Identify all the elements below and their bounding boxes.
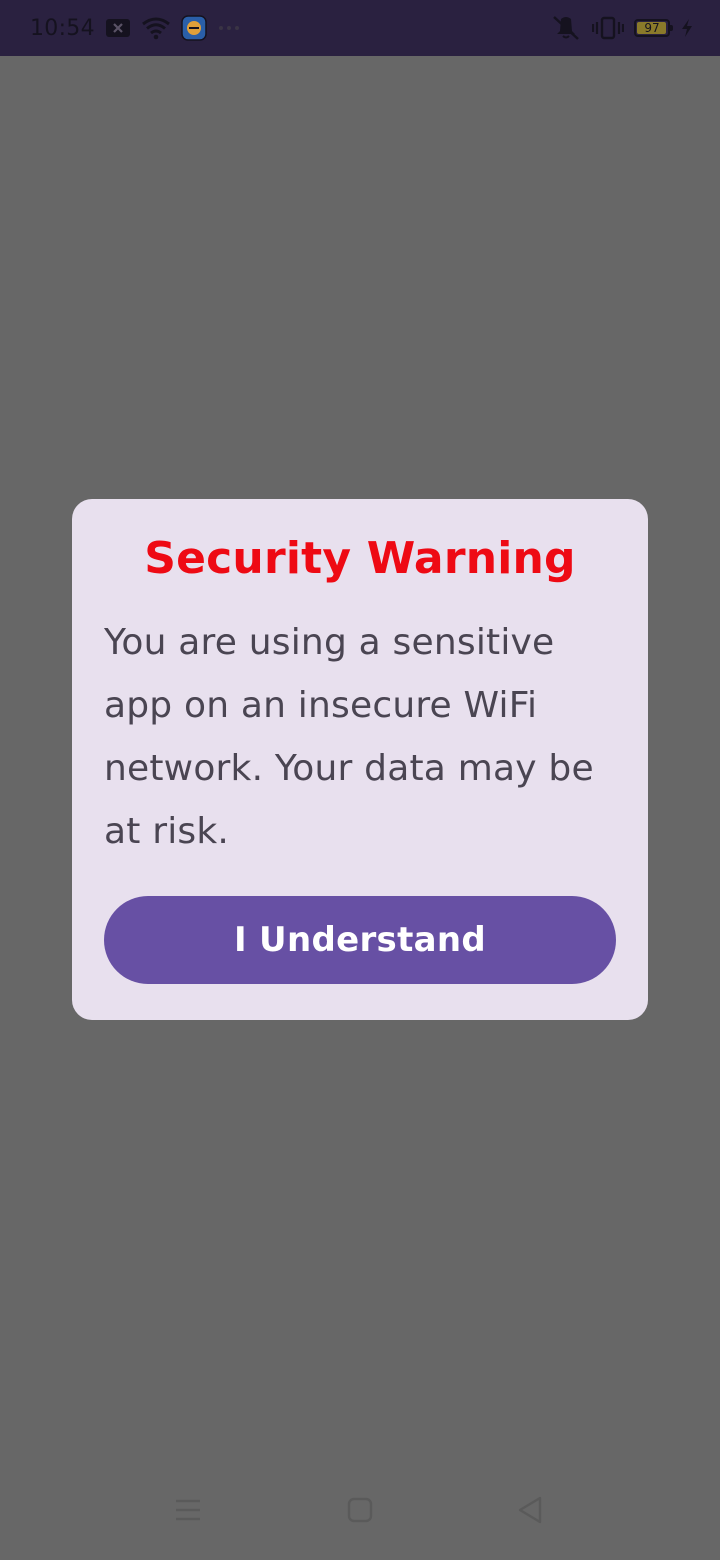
status-bar-right: 97: [550, 0, 694, 56]
navigation-bar: [0, 1460, 720, 1560]
dialog-message: You are using a sensitive app on an inse…: [104, 622, 594, 852]
dialog-title: Security Warning: [144, 533, 576, 584]
vibrate-off-icon: [550, 15, 582, 41]
status-time: 10:54: [30, 15, 95, 41]
battery-level: 97: [644, 21, 660, 35]
security-warning-dialog: Security Warning You are using a sensiti…: [72, 499, 648, 1020]
vibrate-icon: [592, 16, 624, 40]
more-dots-icon: [217, 24, 241, 32]
home-icon[interactable]: [332, 1482, 388, 1538]
app-icon: [181, 15, 207, 41]
battery-icon: 97: [634, 19, 673, 37]
status-bar: 10:54 97: [0, 0, 720, 56]
back-icon[interactable]: [502, 1482, 558, 1538]
charging-icon: [680, 18, 694, 38]
status-bar-left: 10:54: [30, 0, 241, 56]
notification-icon: [105, 17, 131, 39]
i-understand-button[interactable]: I Understand: [104, 896, 616, 984]
menu-icon[interactable]: [160, 1482, 216, 1538]
wifi-icon: [141, 16, 171, 40]
